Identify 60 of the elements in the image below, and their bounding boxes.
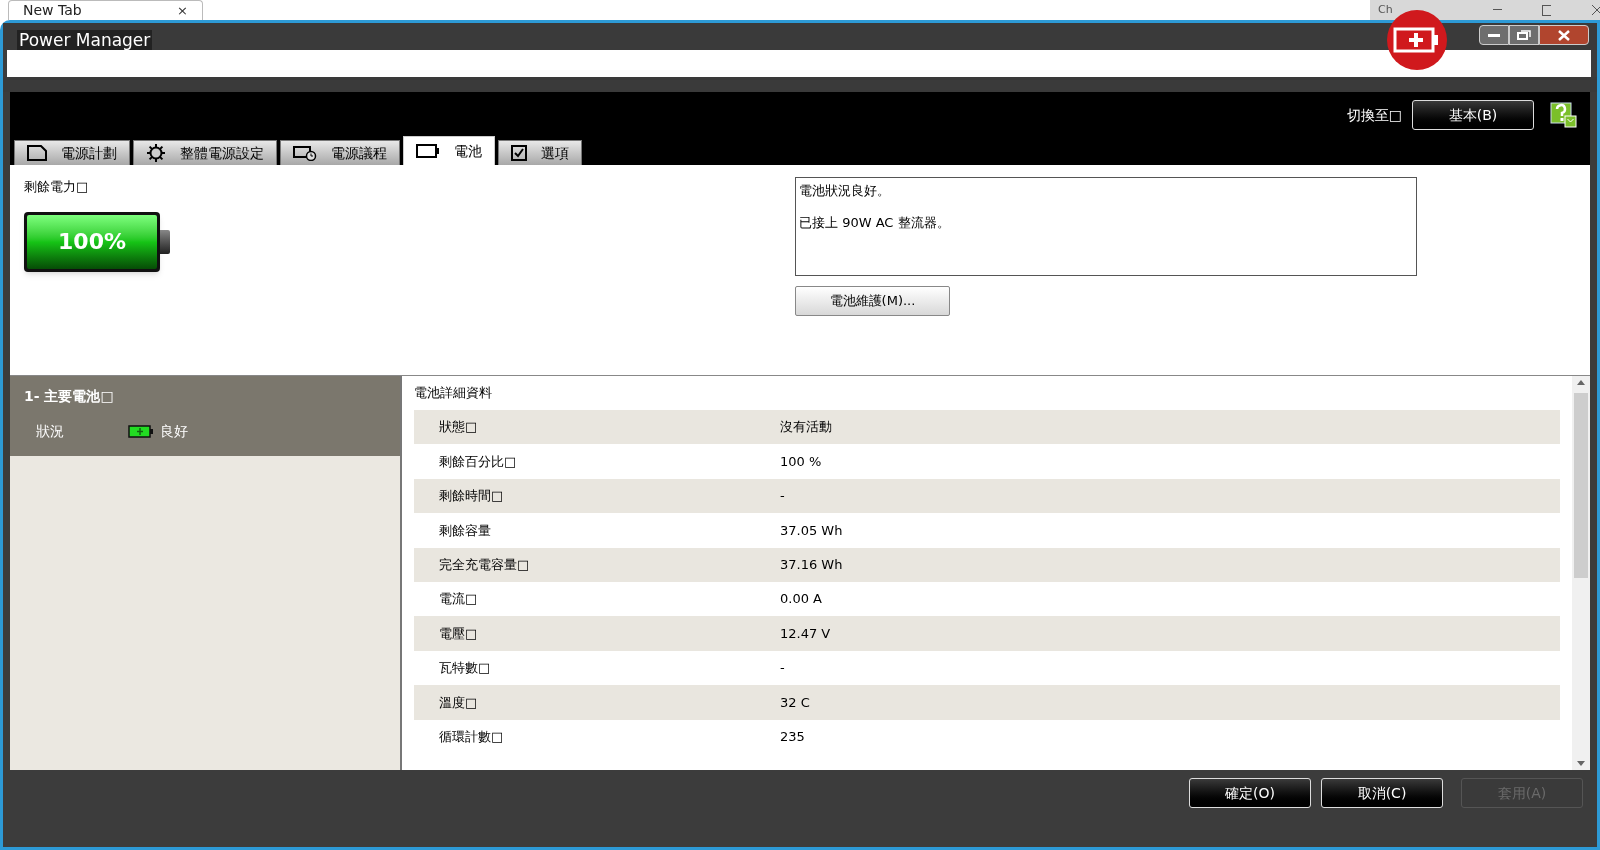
- gear-icon: [146, 143, 166, 163]
- scrollbar[interactable]: [1572, 376, 1590, 770]
- detail-label: 電流□: [438, 590, 479, 609]
- checkbox-icon: [511, 145, 527, 161]
- status-message: 電池狀況良好。: [799, 182, 891, 200]
- detail-value: 沒有活動: [780, 418, 832, 437]
- detail-label: 完全充電容量□: [438, 556, 531, 574]
- detail-value: 37.05 Wh: [780, 521, 843, 540]
- detail-value: 100 %: [780, 452, 822, 471]
- detail-label: 剩餘時間□: [438, 487, 505, 506]
- status-label: 狀況: [36, 422, 65, 441]
- detail-value: 0.00 A: [780, 590, 822, 609]
- detail-value: -: [780, 659, 785, 678]
- details-title: 電池詳細資料: [413, 384, 493, 403]
- detail-label: 電壓□: [438, 624, 479, 643]
- minimize-icon[interactable]: [1492, 9, 1503, 11]
- battery-clock-icon: [293, 145, 317, 161]
- detail-value: 12.47 V: [780, 624, 831, 643]
- battery-list-item[interactable]: 1- 主要電池□ 狀況 良好: [10, 376, 400, 456]
- battery-icon: [128, 425, 154, 438]
- maximize-icon[interactable]: [1542, 4, 1551, 16]
- tab[interactable]: 選項: [498, 140, 582, 165]
- battery-title: 1- 主要電池□: [24, 387, 115, 406]
- tab[interactable]: 電源議程: [280, 140, 400, 165]
- restore-button[interactable]: [1509, 25, 1539, 45]
- tab[interactable]: 電源計劃: [14, 140, 130, 165]
- tab[interactable]: 電池: [403, 136, 495, 165]
- status-message: 已接上 90W AC 整流器。: [799, 213, 951, 232]
- document-icon: [27, 145, 47, 161]
- remaining-power-label: 剩餘電力□: [24, 178, 90, 196]
- detail-label: 瓦特數□: [438, 659, 492, 678]
- window-title: Ch: [1378, 1, 1393, 18]
- detail-label: 溫度□: [438, 693, 479, 712]
- help-icon[interactable]: [1550, 102, 1578, 128]
- restore-icon: [1517, 30, 1531, 40]
- detail-label: 狀態□: [438, 418, 479, 437]
- scroll-down-icon[interactable]: [1577, 761, 1585, 766]
- detail-label: 剩餘百分比□: [438, 452, 518, 471]
- tab[interactable]: 整體電源設定: [133, 140, 277, 165]
- battery-icon: [416, 144, 440, 158]
- close-icon: [1558, 29, 1570, 41]
- detail-value: 37.16 Wh: [780, 556, 843, 574]
- detail-value: 32 C: [780, 693, 810, 712]
- minimize-button[interactable]: [1479, 25, 1509, 45]
- switch-label: 切換至□: [1346, 105, 1402, 125]
- browser-tab[interactable]: New Tab ×: [8, 0, 203, 20]
- detail-value: 235: [780, 727, 805, 746]
- window-title: Power Manager: [17, 30, 153, 50]
- tab-close-button[interactable]: ×: [177, 0, 188, 21]
- scroll-up-icon[interactable]: [1577, 380, 1585, 385]
- detail-label: 循環計數□: [438, 727, 505, 746]
- basic-mode-button[interactable]: 基本(B): [1412, 100, 1534, 130]
- detail-value: -: [780, 487, 785, 506]
- battery-maintenance-button[interactable]: 電池維護(M)...: [795, 286, 950, 316]
- close-button[interactable]: [1539, 25, 1589, 45]
- detail-label: 剩餘容量: [438, 521, 492, 540]
- status-value: 良好: [160, 422, 188, 441]
- close-icon[interactable]: [1590, 4, 1600, 16]
- dialog-button[interactable]: 取消(C): [1321, 778, 1443, 808]
- dialog-button[interactable]: 確定(O): [1189, 778, 1311, 808]
